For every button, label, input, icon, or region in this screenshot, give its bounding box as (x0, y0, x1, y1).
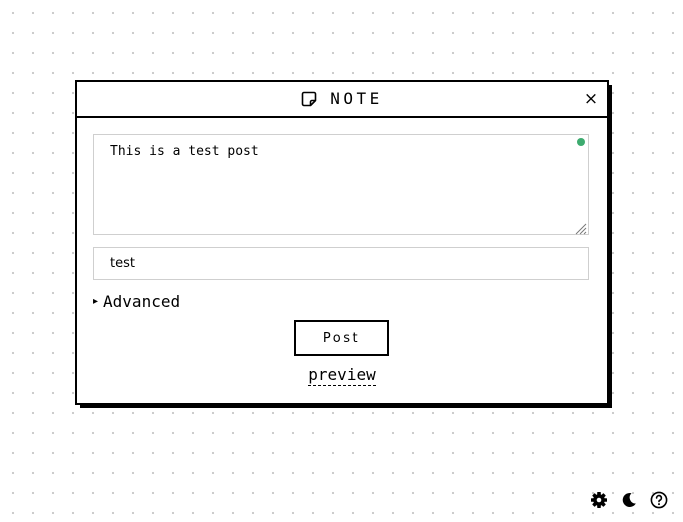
tags-input[interactable]: test (93, 247, 589, 280)
note-textarea[interactable]: This is a test post (93, 134, 589, 235)
disclosure-triangle-icon: ▸ (93, 295, 99, 307)
help-icon[interactable] (650, 491, 668, 509)
sticky-note-icon (301, 91, 317, 107)
preview-link[interactable]: preview (308, 365, 376, 386)
note-text: This is a test post (110, 144, 259, 159)
gear-icon[interactable] (590, 491, 608, 509)
modal-title-group: NOTE (77, 82, 607, 116)
advanced-label: Advanced (103, 291, 181, 311)
advanced-toggle[interactable]: ▸ Advanced (93, 290, 180, 312)
resize-handle-icon[interactable] (574, 220, 587, 235)
status-indicator (577, 138, 585, 146)
moon-icon[interactable] (620, 491, 638, 509)
tags-value: test (110, 256, 135, 271)
modal-title: NOTE (330, 89, 383, 108)
modal-header: NOTE × (77, 82, 607, 118)
note-modal: NOTE × This is a test post test ▸ Advanc… (75, 80, 609, 405)
corner-toolbar (590, 491, 668, 509)
close-button[interactable]: × (582, 88, 600, 110)
post-button[interactable]: Post (294, 320, 389, 356)
preview-container: preview (77, 365, 607, 386)
